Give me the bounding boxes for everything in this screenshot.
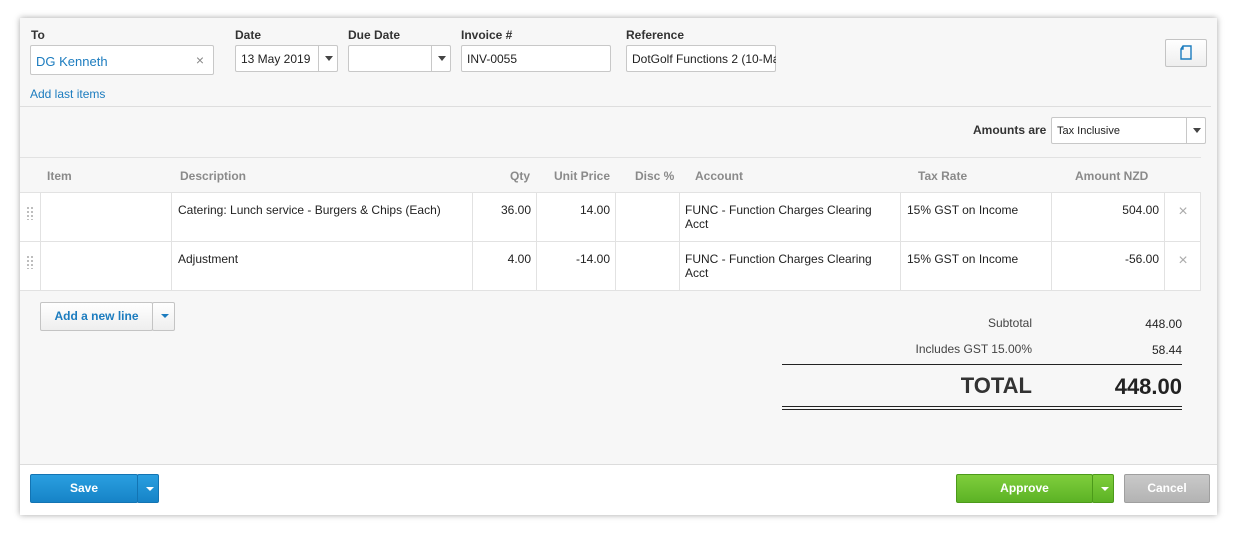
tax-rate-value: 15% GST on Income <box>907 203 1019 217</box>
table-row: Adjustment 4.00 -14.00 FUNC - Function C… <box>20 242 1201 291</box>
column-header-unit-price: Unit Price <box>554 169 611 183</box>
chevron-down-icon[interactable] <box>431 46 450 71</box>
approve-options-button[interactable] <box>1092 474 1114 503</box>
tax-rate-cell[interactable]: 15% GST on Income <box>900 242 1051 290</box>
column-header-disc: Disc % <box>635 169 675 183</box>
contact-value: DG Kenneth <box>36 54 108 69</box>
total-label: TOTAL <box>960 373 1032 398</box>
chevron-down-icon[interactable] <box>1186 118 1205 143</box>
account-line1: FUNC - Function Charges Clearing <box>685 252 872 266</box>
tax-rate-cell[interactable]: 15% GST on Income <box>900 193 1051 241</box>
invoice-number-label: Invoice # <box>461 28 513 42</box>
add-line-options-button[interactable] <box>152 302 175 331</box>
gst-value: 58.44 <box>1151 343 1182 357</box>
column-header-account: Account <box>695 169 743 183</box>
clear-contact-icon[interactable]: × <box>196 52 204 68</box>
drag-handle-icon[interactable] <box>26 255 34 269</box>
total-double-rule <box>782 406 1182 410</box>
copy-icon <box>1180 45 1192 60</box>
total-value: 448.00 <box>1114 374 1182 399</box>
disc-cell[interactable] <box>615 193 679 241</box>
column-header-tax-rate: Tax Rate <box>918 169 968 183</box>
gst-label: Includes GST 15.00% <box>915 342 1032 356</box>
qty-value: 4.00 <box>507 252 531 266</box>
qty-value: 36.00 <box>500 203 531 217</box>
delete-row-icon[interactable]: × <box>1176 204 1190 220</box>
account-cell[interactable]: FUNC - Function Charges Clearing Acct <box>679 193 900 241</box>
save-button[interactable]: Save <box>30 474 138 503</box>
cancel-button[interactable]: Cancel <box>1124 474 1210 503</box>
add-new-line-button[interactable]: Add a new line <box>40 302 153 331</box>
subtotal-value: 448.00 <box>1145 317 1182 331</box>
footer-bar: Save Approve Cancel <box>20 464 1217 515</box>
contact-field[interactable]: DG Kenneth × <box>30 45 214 75</box>
chevron-down-icon[interactable] <box>318 46 337 71</box>
item-cell[interactable] <box>40 242 171 290</box>
reference-field[interactable]: DotGolf Functions 2 (10-Ma <box>626 45 776 72</box>
description-cell[interactable]: Catering: Lunch service - Burgers & Chip… <box>171 193 472 241</box>
column-header-qty: Qty <box>510 169 531 183</box>
date-label: Date <box>235 28 262 42</box>
date-field[interactable]: 13 May 2019 <box>235 45 338 72</box>
description-text: Adjustment <box>178 252 239 266</box>
unit-price-value: -14.00 <box>575 252 610 266</box>
table-header: Item Description Qty Unit Price Disc % A… <box>20 157 1201 193</box>
reference-label: Reference <box>626 28 685 42</box>
reference-value: DotGolf Functions 2 (10-Ma <box>632 52 776 66</box>
due-date-field[interactable] <box>348 45 451 72</box>
total-divider <box>782 364 1182 365</box>
save-options-button[interactable] <box>137 474 159 503</box>
amount-value: -56.00 <box>1124 252 1159 266</box>
invoice-number-field[interactable]: INV-0055 <box>461 45 611 72</box>
due-date-label: Due Date <box>348 28 401 42</box>
amount-cell[interactable]: -56.00 <box>1051 242 1164 290</box>
amounts-are-label: Amounts are <box>973 123 1047 137</box>
account-line2: Acct <box>685 217 709 231</box>
invoice-form: To DG Kenneth × Date 13 May 2019 Due Dat… <box>20 18 1217 515</box>
item-cell[interactable] <box>40 193 171 241</box>
divider <box>20 106 1211 107</box>
copy-button[interactable] <box>1165 39 1207 67</box>
column-header-description: Description <box>180 169 247 183</box>
unit-price-value: 14.00 <box>579 203 610 217</box>
amount-value: 504.00 <box>1122 203 1159 217</box>
column-header-item: Item <box>47 169 72 183</box>
amounts-are-value: Tax Inclusive <box>1057 125 1120 137</box>
add-last-items-link[interactable]: Add last items <box>30 87 105 101</box>
amounts-are-select[interactable]: Tax Inclusive <box>1051 117 1206 144</box>
description-cell[interactable]: Adjustment <box>171 242 472 290</box>
invoice-number-value: INV-0055 <box>467 52 518 66</box>
table-row: Catering: Lunch service - Burgers & Chip… <box>20 193 1201 242</box>
qty-cell[interactable]: 4.00 <box>472 242 536 290</box>
disc-cell[interactable] <box>615 242 679 290</box>
to-label: To <box>31 28 45 42</box>
date-value: 13 May 2019 <box>241 52 311 66</box>
account-cell[interactable]: FUNC - Function Charges Clearing Acct <box>679 242 900 290</box>
approve-button[interactable]: Approve <box>956 474 1093 503</box>
delete-row-icon[interactable]: × <box>1176 253 1190 269</box>
account-line2: Acct <box>685 266 709 280</box>
drag-handle-icon[interactable] <box>26 206 34 220</box>
unit-price-cell[interactable]: -14.00 <box>536 242 615 290</box>
line-items-table: Item Description Qty Unit Price Disc % A… <box>20 157 1201 291</box>
description-text: Catering: Lunch service - Burgers & Chip… <box>178 203 441 217</box>
unit-price-cell[interactable]: 14.00 <box>536 193 615 241</box>
amount-cell[interactable]: 504.00 <box>1051 193 1164 241</box>
qty-cell[interactable]: 36.00 <box>472 193 536 241</box>
subtotal-label: Subtotal <box>987 316 1032 330</box>
tax-rate-value: 15% GST on Income <box>907 252 1019 266</box>
column-header-amount: Amount NZD <box>1075 169 1149 183</box>
account-line1: FUNC - Function Charges Clearing <box>685 203 872 217</box>
